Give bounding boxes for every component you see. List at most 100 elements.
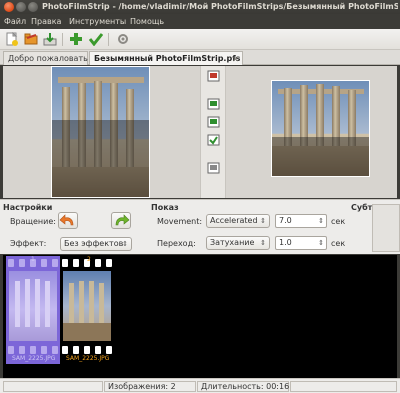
rotate-right-icon [115, 214, 130, 226]
film-hole [73, 259, 79, 267]
movement-select[interactable]: Accelerated ⇕ [206, 214, 270, 228]
transition-unit: сек [331, 239, 346, 248]
frame-number: 1 [31, 256, 35, 263]
new-project-icon [6, 31, 18, 46]
image-frame-icon [207, 116, 220, 128]
image-frame-icon [207, 162, 220, 174]
tab-bar: Добро пожаловать Безымянный PhotoFilmStr… [0, 50, 400, 65]
frame-number: 2 [87, 256, 91, 263]
rect-tool-1[interactable] [207, 70, 220, 82]
filmstrip: 1 SAM_2225.JPG 2 SAM_2225.JPG [3, 255, 397, 378]
movement-duration-value: 7.0 [279, 216, 292, 225]
menu-bar: Файл Правка Инструменты Помощь [0, 14, 400, 29]
new-project-button[interactable] [5, 31, 19, 46]
film-hole [95, 346, 101, 354]
add-images-icon [70, 33, 82, 45]
film-hole [41, 346, 47, 354]
save-project-icon [43, 33, 57, 46]
film-hole [52, 259, 58, 267]
render-button[interactable] [88, 32, 104, 47]
film-hole [19, 346, 25, 354]
menu-tools[interactable]: Инструменты [69, 14, 126, 29]
film-hole [8, 346, 14, 354]
film-hole [84, 346, 90, 354]
settings-button[interactable] [116, 32, 130, 46]
film-hole [106, 346, 112, 354]
rect-tool-3[interactable] [207, 116, 220, 128]
effect-select-value: Без эффектов [64, 239, 124, 248]
status-extra-cell [290, 381, 397, 392]
open-project-icon [24, 33, 38, 45]
window-title: PhotoFilmStrip - /home/vladimir/Мой Phot… [42, 2, 398, 11]
film-hole [30, 346, 36, 354]
tab-welcome[interactable]: Добро пожаловать [3, 51, 88, 65]
toolbar [0, 29, 400, 50]
frame-label: SAM_2225.JPG [66, 355, 110, 362]
frame-thumbnail [9, 271, 57, 341]
close-window-button[interactable] [4, 2, 14, 12]
rect-tool-4[interactable] [207, 134, 220, 146]
menu-file[interactable]: Файл [4, 14, 26, 29]
close-tab-icon[interactable]: ✕ [232, 53, 239, 66]
film-hole [62, 259, 68, 267]
filmstrip-frame-selected[interactable]: 1 SAM_2225.JPG [6, 256, 60, 364]
rotate-left-button[interactable] [58, 212, 78, 229]
transition-duration-value: 1.0 [279, 238, 292, 247]
transition-select-value: Затухание [210, 238, 255, 247]
menu-help[interactable]: Помощь [130, 14, 164, 29]
rect-tool-5[interactable] [207, 162, 220, 174]
image-frame-icon [207, 70, 220, 82]
add-images-button[interactable] [69, 32, 83, 46]
status-bar: Изображения: 2 Длительность: 00:16 [0, 378, 400, 393]
movement-label: Movement: [157, 217, 203, 226]
film-hole [73, 346, 79, 354]
effect-label: Эффект: [10, 239, 47, 248]
select-arrow-icon: ⇕ [260, 239, 266, 247]
frame-thumbnail [63, 271, 111, 341]
tab-filmstrip-project[interactable]: Безымянный PhotoFilmStrip.pfs ✕ [89, 51, 243, 65]
transition-label: Переход: [157, 239, 196, 248]
status-image-count: Изображения: 2 [104, 381, 196, 392]
menu-edit[interactable]: Правка [31, 14, 61, 29]
film-hole [52, 346, 58, 354]
settings-group-title: Настройки [3, 203, 53, 212]
end-rect-image[interactable] [271, 80, 370, 177]
show-group-title: Показ [151, 203, 179, 212]
rect-tools-panel [200, 66, 226, 198]
frame-label: SAM_2225.JPG [12, 355, 56, 362]
title-bar: PhotoFilmStrip - /home/vladimir/Мой Phot… [0, 0, 400, 14]
toolbar-separator [108, 33, 109, 46]
film-hole [8, 259, 14, 267]
movement-duration-input[interactable]: 7.0 ⇕ [275, 214, 327, 228]
film-hole [41, 259, 47, 267]
transition-select[interactable]: Затухание ⇕ [206, 236, 270, 250]
tab-filmstrip-label: Безымянный PhotoFilmStrip.pfs [94, 54, 241, 63]
image-frame-icon [207, 134, 220, 146]
open-project-button[interactable] [24, 32, 38, 46]
effect-select[interactable]: Без эффектов ⇕ [60, 237, 132, 251]
toolbar-separator [62, 33, 63, 46]
rect-tool-2[interactable] [207, 98, 220, 110]
spin-arrow-icon[interactable]: ⇕ [318, 215, 324, 227]
minimize-window-button[interactable] [16, 2, 26, 12]
settings-icon [118, 34, 128, 44]
transition-duration-input[interactable]: 1.0 ⇕ [275, 236, 327, 250]
spin-arrow-icon[interactable]: ⇕ [318, 237, 324, 249]
movement-select-value: Accelerated [210, 216, 258, 225]
save-project-button[interactable] [43, 32, 57, 46]
film-hole [106, 259, 112, 267]
status-empty-cell [3, 381, 103, 392]
movement-unit: сек [331, 217, 346, 226]
select-arrow-icon: ⇕ [122, 240, 128, 248]
film-hole [19, 259, 25, 267]
select-arrow-icon: ⇕ [260, 217, 266, 225]
maximize-window-button[interactable] [28, 2, 38, 12]
rotate-right-button[interactable] [111, 212, 131, 229]
image-frame-icon [207, 98, 220, 110]
rotation-label: Вращение: [10, 217, 56, 226]
subtitle-textarea[interactable] [372, 204, 400, 252]
rotate-left-icon [59, 214, 74, 226]
filmstrip-frame[interactable]: 2 SAM_2225.JPG [60, 256, 114, 364]
status-duration: Длительность: 00:16 [197, 381, 289, 392]
start-rect-image[interactable] [51, 66, 150, 198]
